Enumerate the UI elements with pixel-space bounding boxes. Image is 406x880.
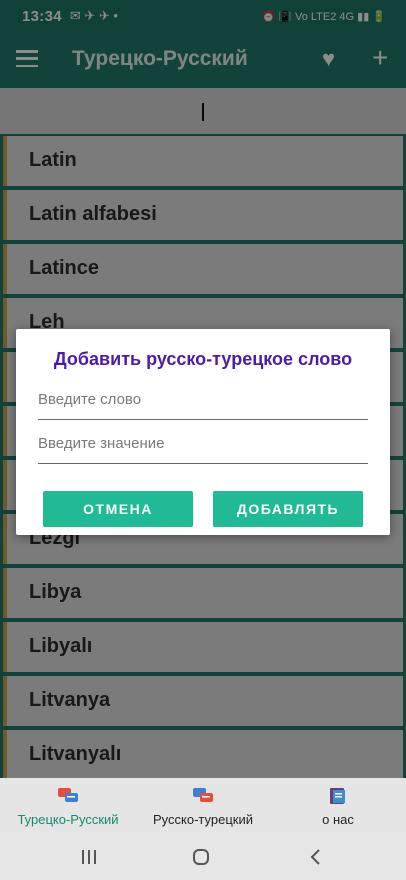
home-icon[interactable] [192, 848, 210, 866]
word-input[interactable] [38, 391, 368, 408]
book-icon [330, 788, 345, 804]
add-word-dialog: Добавить русско-турецкое слово ОТМЕНА ДО… [16, 329, 390, 535]
tab-about[interactable]: о нас [270, 778, 406, 834]
tab-turkish-russian[interactable]: Турецко-Русский [0, 778, 136, 834]
chat-bubbles-icon [193, 788, 213, 802]
tab-label: Турецко-Русский [17, 812, 119, 827]
tab-russian-turkish[interactable]: Русско-турецкий [136, 778, 270, 834]
meaning-input[interactable] [38, 435, 368, 452]
dialog-title: Добавить русско-турецкое слово [53, 349, 353, 369]
recent-apps-icon[interactable] [80, 848, 98, 866]
system-nav-bar [0, 834, 406, 880]
add-button[interactable]: ДОБАВЛЯТЬ [213, 491, 363, 527]
chat-bubbles-icon [58, 788, 78, 802]
tab-label: Русско-турецкий [153, 812, 253, 827]
meaning-field[interactable] [38, 435, 368, 464]
cancel-button[interactable]: ОТМЕНА [43, 491, 193, 527]
word-field[interactable] [38, 391, 368, 420]
bottom-navigation: Турецко-Русский Русско-турецкий о нас [0, 778, 406, 834]
back-icon[interactable] [307, 848, 325, 866]
tab-label: о нас [322, 812, 354, 827]
